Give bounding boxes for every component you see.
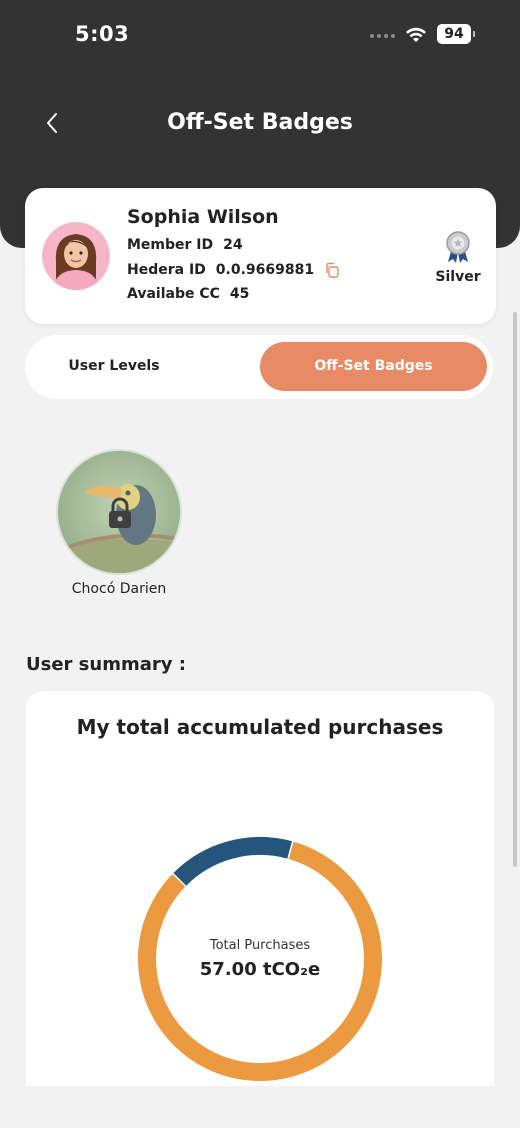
bottom-band (0, 1086, 520, 1128)
level-label: Silver (435, 269, 481, 285)
status-bar: 5:03 94 (0, 0, 520, 70)
profile-card: Sophia Wilson Member ID 24 Hedera ID 0.0… (25, 188, 496, 324)
available-cc-row: Availabe CC 45 (127, 286, 249, 302)
silver-medal-icon (446, 231, 470, 263)
wifi-icon (406, 27, 426, 42)
available-cc-value: 45 (229, 286, 250, 302)
cellular-signal-icon (370, 34, 395, 38)
total-purchases-value: 57.00 tCO₂e (199, 959, 321, 980)
user-name: Sophia Wilson (127, 206, 279, 228)
scrollbar[interactable] (513, 312, 517, 867)
member-id-value: 24 (223, 237, 243, 253)
summary-card: My total accumulated purchases Total Pur… (26, 691, 494, 1091)
member-id-label: Member ID (127, 237, 214, 253)
donut-center: Total Purchases 57.00 tCO₂e (135, 834, 385, 1084)
tab-off-set-badges[interactable]: Off-Set Badges (260, 342, 487, 391)
avatar (42, 222, 110, 290)
available-cc-label: Availabe CC (127, 286, 220, 302)
tab-bar: User Levels Off-Set Badges (25, 335, 493, 399)
status-time: 5:03 (75, 22, 130, 46)
tab-user-levels[interactable]: User Levels (33, 342, 195, 391)
badge-label: Chocó Darien (71, 581, 167, 597)
hedera-id-value: 0.0.9669881 (215, 262, 315, 278)
copy-icon[interactable] (324, 262, 340, 278)
summary-heading: User summary : (26, 654, 186, 675)
page-title: Off-Set Badges (167, 110, 353, 135)
member-id-row: Member ID 24 (127, 237, 243, 253)
hedera-id-label: Hedera ID (127, 262, 206, 278)
badge-choco-darien[interactable] (56, 449, 182, 575)
hedera-id-row: Hedera ID 0.0.9669881 (127, 262, 340, 278)
battery-icon: 94 (437, 24, 475, 44)
chart-title: My total accumulated purchases (76, 715, 444, 739)
total-purchases-caption: Total Purchases (209, 938, 311, 953)
